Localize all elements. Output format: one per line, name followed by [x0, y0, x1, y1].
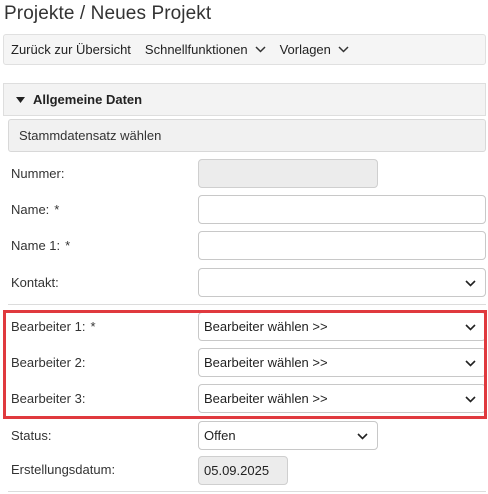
select-master-record-button[interactable]: Stammdatensatz wählen — [8, 119, 486, 152]
chevron-down-icon — [338, 46, 349, 53]
status-label: Status: — [11, 428, 51, 443]
bearbeiter1-label-text: Bearbeiter 1: — [11, 319, 86, 334]
bearbeiter2-value: Bearbeiter wählen >> — [204, 355, 328, 370]
page-title: Projekte / Neues Projekt — [4, 3, 212, 24]
bearbeiter2-label-text: Bearbeiter 2: — [11, 355, 86, 370]
bearbeiter2-label: Bearbeiter 2: — [11, 355, 85, 370]
nummer-field — [198, 159, 378, 188]
back-to-overview-button[interactable]: Zurück zur Übersicht — [11, 42, 131, 57]
kontakt-select[interactable] — [198, 268, 486, 297]
divider — [8, 304, 486, 305]
name1-input[interactable] — [198, 231, 486, 260]
bearbeiter3-value: Bearbeiter wählen >> — [204, 391, 328, 406]
erstellungsdatum-field: 05.09.2025 — [198, 456, 288, 485]
erstellungsdatum-label: Erstellungsdatum: — [11, 462, 115, 477]
name1-label-text: Name 1: — [11, 238, 61, 253]
bearbeiter1-value: Bearbeiter wählen >> — [204, 319, 328, 334]
status-value: Offen — [204, 428, 236, 443]
back-to-overview-label: Zurück zur Übersicht — [11, 42, 131, 57]
required-marker: * — [65, 238, 71, 253]
bearbeiter3-label-text: Bearbeiter 3: — [11, 391, 86, 406]
erstellungsdatum-value: 05.09.2025 — [204, 463, 270, 478]
quick-functions-label: Schnellfunktionen — [144, 42, 248, 57]
bearbeiter2-select[interactable]: Bearbeiter wählen >> — [198, 348, 486, 377]
chevron-down-icon — [465, 395, 476, 403]
required-marker: * — [90, 319, 96, 334]
chevron-down-icon — [255, 46, 266, 53]
toolbar: Zurück zur Übersicht Schnellfunktionen V… — [3, 34, 486, 65]
section-title: Allgemeine Daten — [33, 92, 143, 107]
erstellungsdatum-label-text: Erstellungsdatum: — [11, 462, 116, 477]
name1-label: Name 1: * — [11, 238, 70, 253]
required-marker: * — [54, 202, 60, 217]
name-input[interactable] — [198, 195, 486, 224]
caret-down-icon — [16, 96, 25, 103]
bearbeiter1-label: Bearbeiter 1: * — [11, 319, 96, 334]
divider — [8, 491, 486, 492]
templates-menu[interactable]: Vorlagen — [280, 42, 349, 57]
status-select[interactable]: Offen — [198, 421, 378, 450]
kontakt-label-text: Kontakt: — [11, 275, 59, 290]
nummer-label: Nummer: — [11, 166, 64, 181]
name-label: Name: * — [11, 202, 59, 217]
chevron-down-icon — [357, 432, 368, 440]
nummer-label-text: Nummer: — [11, 166, 65, 181]
kontakt-label: Kontakt: — [11, 275, 59, 290]
bearbeiter3-select[interactable]: Bearbeiter wählen >> — [198, 384, 486, 413]
chevron-down-icon — [465, 323, 476, 331]
bearbeiter1-select[interactable]: Bearbeiter wählen >> — [198, 312, 486, 341]
chevron-down-icon — [465, 359, 476, 367]
status-label-text: Status: — [11, 428, 52, 443]
templates-label: Vorlagen — [279, 42, 331, 57]
name-label-text: Name: — [11, 202, 50, 217]
select-master-record-label: Stammdatensatz wählen — [19, 128, 162, 143]
bearbeiter3-label: Bearbeiter 3: — [11, 391, 85, 406]
section-header-general[interactable]: Allgemeine Daten — [3, 83, 486, 116]
quick-functions-menu[interactable]: Schnellfunktionen — [145, 42, 266, 57]
chevron-down-icon — [465, 279, 476, 287]
